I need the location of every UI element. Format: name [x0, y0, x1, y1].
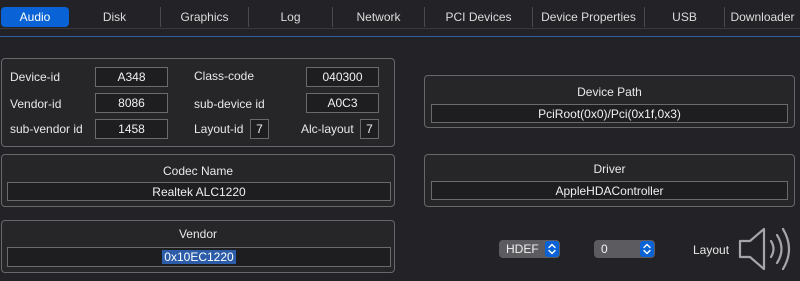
- alc-layout-label: Alc-layout: [301, 122, 354, 136]
- layout-id-label: Layout-id: [194, 122, 244, 136]
- layout-id-field[interactable]: 7: [250, 119, 269, 139]
- driver-group: Driver AppleHDAController: [424, 154, 795, 207]
- device-path-group: Device Path PciRoot(0x0)/Pci(0x1f,0x3): [424, 75, 795, 128]
- tab-bar: Audio Disk Graphics Log Network PCI Devi…: [0, 6, 800, 29]
- codec-name-group: Codec Name Realtek ALC1220: [1, 154, 395, 207]
- vendor-id-field[interactable]: 8086: [95, 93, 168, 113]
- vendor-selected-text: 0x10EC1220: [162, 250, 236, 264]
- tab-disk[interactable]: Disk: [69, 7, 161, 27]
- device-ids-group: Device-id A348 Vendor-id 8086 sub-vendor…: [1, 58, 395, 147]
- codec-name-field[interactable]: Realtek ALC1220: [7, 182, 391, 201]
- vendor-group: Vendor 0x10EC1220: [1, 220, 395, 273]
- vendor-title: Vendor: [178, 227, 218, 241]
- layout-popup[interactable]: 0: [594, 240, 655, 258]
- tab-network[interactable]: Network: [333, 7, 425, 27]
- device-id-label: Device-id: [10, 70, 61, 84]
- device-id-field[interactable]: A348: [95, 67, 168, 87]
- tab-audio[interactable]: Audio: [1, 7, 69, 27]
- layout-value: 0: [601, 242, 608, 256]
- tab-pci-devices[interactable]: PCI Devices: [425, 7, 533, 27]
- tab-device-properties[interactable]: Device Properties: [533, 7, 645, 27]
- chevron-updown-icon: [640, 241, 654, 257]
- tab-downloader[interactable]: Downloader: [725, 7, 800, 27]
- device-path-title: Device Path: [577, 85, 642, 99]
- chevron-updown-icon: [545, 241, 559, 257]
- sub-vendor-id-label: sub-vendor id: [10, 122, 83, 136]
- alc-layout-field[interactable]: 7: [360, 119, 379, 139]
- codec-name-title: Codec Name: [162, 164, 234, 178]
- class-code-label: Class-code: [194, 69, 255, 83]
- driver-field[interactable]: AppleHDAController: [431, 181, 788, 200]
- vendor-id-label: Vendor-id: [10, 97, 62, 111]
- device-path-field[interactable]: PciRoot(0x0)/Pci(0x1f,0x3): [431, 104, 788, 123]
- hdef-popup[interactable]: HDEF: [499, 240, 560, 258]
- class-code-field[interactable]: 040300: [306, 67, 379, 87]
- sub-device-id-field[interactable]: A0C3: [306, 93, 379, 113]
- tab-log[interactable]: Log: [249, 7, 333, 27]
- layout-label: Layout: [693, 243, 730, 257]
- driver-title: Driver: [593, 162, 626, 176]
- hdef-value: HDEF: [506, 242, 539, 256]
- sub-vendor-id-field[interactable]: 1458: [95, 119, 168, 139]
- tab-graphics[interactable]: Graphics: [161, 7, 249, 27]
- tab-usb[interactable]: USB: [645, 7, 725, 27]
- header-divider: [0, 36, 800, 37]
- sub-device-id-label: sub-device id: [194, 97, 265, 111]
- speaker-volume-icon[interactable]: [738, 224, 794, 274]
- vendor-field[interactable]: 0x10EC1220: [7, 247, 391, 267]
